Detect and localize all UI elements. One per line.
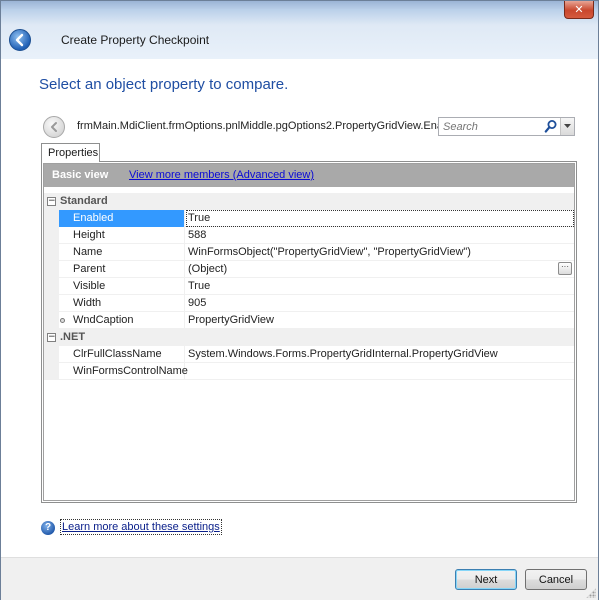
window-title: Create Property Checkpoint xyxy=(61,33,210,47)
basic-view-label[interactable]: Basic view xyxy=(52,169,108,181)
back-arrow-icon xyxy=(51,122,57,132)
property-value[interactable]: System.Windows.Forms.PropertyGridInterna… xyxy=(186,346,574,363)
advanced-view-link[interactable]: View more members (Advanced view) xyxy=(129,169,314,181)
learn-more-link[interactable]: Learn more about these settings xyxy=(60,519,222,535)
property-value[interactable] xyxy=(186,363,574,380)
resize-grip[interactable] xyxy=(586,588,596,598)
search-dropdown-button[interactable] xyxy=(560,118,574,135)
property-value[interactable]: (Object) ··· xyxy=(186,261,574,278)
property-grid: Basic view View more members (Advanced v… xyxy=(43,163,575,501)
next-button[interactable]: Next xyxy=(455,569,517,590)
property-row-clrfullclassname[interactable]: ClrFullClassName System.Windows.Forms.Pr… xyxy=(44,346,574,363)
property-name[interactable]: Enabled xyxy=(59,210,185,227)
dialog-footer: Next Cancel xyxy=(1,557,598,600)
property-row-width[interactable]: Width 905 xyxy=(44,295,574,312)
property-value[interactable]: 905 xyxy=(186,295,574,312)
property-row-winformscontrolname[interactable]: WinFormsControlName xyxy=(44,363,574,380)
property-name[interactable]: Name xyxy=(59,244,185,261)
back-button[interactable] xyxy=(9,29,31,51)
search-box[interactable] xyxy=(438,117,575,136)
property-row-height[interactable]: Height 588 xyxy=(44,227,574,244)
property-row-visible[interactable]: Visible True xyxy=(44,278,574,295)
collapse-icon[interactable]: − xyxy=(47,333,56,342)
property-value-text: (Object) xyxy=(188,263,228,275)
title-bar: ✕ Create Property Checkpoint xyxy=(1,1,598,59)
property-row-enabled[interactable]: Enabled True xyxy=(44,210,574,227)
property-value[interactable]: PropertyGridView xyxy=(186,312,574,329)
search-icon[interactable] xyxy=(544,119,558,134)
category-label: Standard xyxy=(60,195,108,207)
close-button[interactable]: ✕ xyxy=(564,1,594,19)
title-bar-strip xyxy=(1,1,598,9)
chevron-down-icon xyxy=(564,124,571,128)
properties-panel: Basic view View more members (Advanced v… xyxy=(41,161,577,503)
property-value[interactable]: 588 xyxy=(186,227,574,244)
cancel-button[interactable]: Cancel xyxy=(525,569,587,590)
help-icon: ? xyxy=(41,521,55,535)
property-value[interactable]: True xyxy=(186,278,574,295)
collapse-icon[interactable]: − xyxy=(47,197,56,206)
ellipsis-button[interactable]: ··· xyxy=(558,262,572,275)
page-heading: Select an object property to compare. xyxy=(39,76,289,93)
back-arrow-icon xyxy=(15,33,24,47)
tab-properties[interactable]: Properties xyxy=(41,143,100,162)
view-bar: Basic view View more members (Advanced v… xyxy=(44,164,574,187)
property-name[interactable]: WinFormsControlName xyxy=(59,363,188,380)
property-name[interactable]: Parent xyxy=(59,261,185,278)
category-label: .NET xyxy=(60,331,86,343)
property-name[interactable]: ClrFullClassName xyxy=(59,346,185,363)
property-row-name[interactable]: Name WinFormsObject("PropertyGridView", … xyxy=(44,244,574,261)
path-back-button[interactable] xyxy=(43,116,65,138)
property-name[interactable]: Height xyxy=(59,227,185,244)
property-name[interactable]: Width xyxy=(59,295,185,312)
property-rows: − Standard Enabled True Height 588 Name … xyxy=(44,193,574,380)
property-row-wndcaption[interactable]: WndCaption PropertyGridView xyxy=(44,312,574,329)
property-name[interactable]: WndCaption xyxy=(59,312,185,329)
close-icon: ✕ xyxy=(574,3,584,16)
property-value[interactable]: True xyxy=(186,210,574,227)
search-input[interactable] xyxy=(439,118,539,135)
category-dotnet[interactable]: − .NET xyxy=(44,329,574,346)
object-path: frmMain.MdiClient.frmOptions.pnlMiddle.p… xyxy=(77,120,464,132)
category-standard[interactable]: − Standard xyxy=(44,193,574,210)
property-name[interactable]: Visible xyxy=(59,278,185,295)
property-value[interactable]: WinFormsObject("PropertyGridView", "Prop… xyxy=(186,244,574,261)
dialog-window: ✕ Create Property Checkpoint Select an o… xyxy=(0,0,599,600)
property-row-parent[interactable]: Parent (Object) ··· xyxy=(44,261,574,278)
